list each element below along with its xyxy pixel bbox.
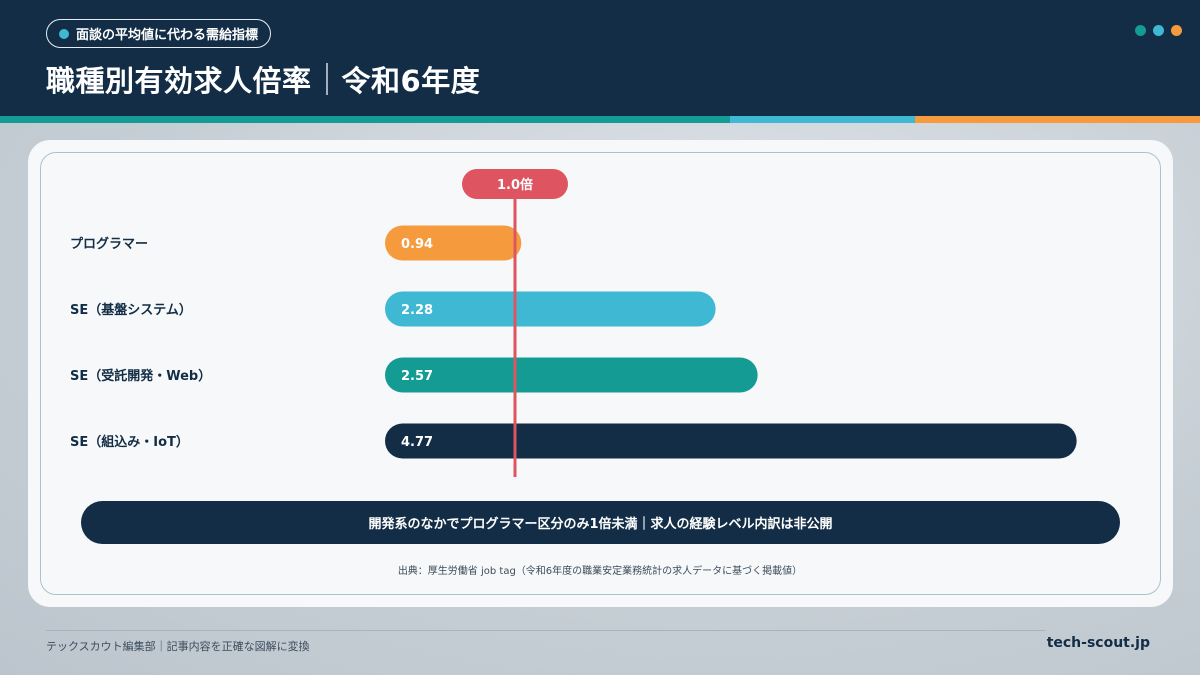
category-label-0: プログラマー <box>70 236 148 252</box>
summary-banner: 開発系のなかでプログラマー区分のみ1倍未満｜求人の経験レベル内訳は非公開 <box>81 501 1120 544</box>
bar-value-label-3: 4.77 <box>401 435 433 450</box>
category-label-1: SE（基盤システム） <box>70 302 192 318</box>
footer-divider <box>46 630 1046 631</box>
summary-banner-text: 開発系のなかでプログラマー区分のみ1倍未満｜求人の経験レベル内訳は非公開 <box>368 517 833 532</box>
source-note: 出典：厚生労働省 job tag（令和6年度の職業安定業務統計の求人データに基づ… <box>397 566 803 577</box>
bar-1 <box>385 291 716 327</box>
footer-credit: テックスカウト編集部｜記事内容を正確な図解に変換 <box>46 640 310 653</box>
bar-value-label-0: 0.94 <box>401 237 433 252</box>
reference-line-label: 1.0倍 <box>497 177 533 193</box>
category-label-2: SE（受託開発・Web） <box>70 368 211 384</box>
bar-value-label-1: 2.28 <box>401 303 433 318</box>
bar-2 <box>385 357 758 393</box>
category-label-3: SE（組込み・IoT） <box>70 434 189 450</box>
footer-site-link[interactable]: tech-scout.jp <box>1047 635 1150 651</box>
bar-value-label-2: 2.57 <box>401 369 433 384</box>
bar-3 <box>385 423 1077 459</box>
